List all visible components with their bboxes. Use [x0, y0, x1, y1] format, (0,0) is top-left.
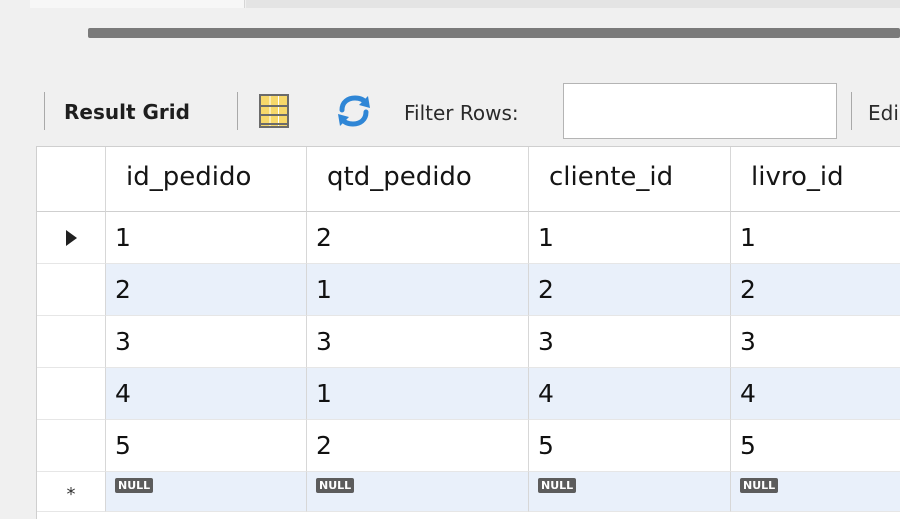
table-cell[interactable]: 4	[529, 368, 731, 420]
table-cell[interactable]: 2	[529, 264, 731, 316]
tab-strip-background	[246, 0, 900, 8]
null-badge: NULL	[316, 478, 355, 493]
column-header[interactable]: cliente_id	[529, 147, 731, 212]
refresh-icon[interactable]	[334, 93, 374, 129]
table-row[interactable]: 5 2 5 5	[37, 420, 900, 472]
header-row: id_pedido qtd_pedido cliente_id livro_id	[37, 147, 900, 212]
column-header[interactable]: qtd_pedido	[307, 147, 529, 212]
table-cell[interactable]: 2	[307, 420, 529, 472]
result-toolbar: Result Grid Filter Rows: Edi	[0, 82, 900, 146]
table-row[interactable]: 3 3 3 3	[37, 316, 900, 368]
table-cell[interactable]: 3	[529, 316, 731, 368]
table-cell[interactable]: NULL	[529, 472, 731, 512]
table-cell[interactable]: 3	[106, 316, 307, 368]
row-indicator-header	[37, 147, 106, 212]
editor-tab-strip	[0, 0, 900, 8]
table-cell[interactable]: 1	[307, 368, 529, 420]
table-cell[interactable]: 3	[731, 316, 900, 368]
row-indicator[interactable]	[37, 212, 106, 264]
table-row[interactable]: 1 2 1 1	[37, 212, 900, 264]
grid-layout-icon[interactable]	[259, 94, 289, 128]
table-cell[interactable]: 2	[731, 264, 900, 316]
table-cell[interactable]: 1	[106, 212, 307, 264]
edit-label[interactable]: Edi	[868, 101, 899, 125]
table-cell[interactable]: 5	[731, 420, 900, 472]
row-indicator[interactable]	[37, 368, 106, 420]
mysql-workbench-result-panel: Result Grid Filter Rows: Edi id_pedido q…	[0, 0, 900, 519]
toolbar-separator	[237, 92, 238, 130]
new-row-asterisk-icon: *	[66, 484, 76, 505]
table-cell[interactable]: 5	[529, 420, 731, 472]
editor-tab[interactable]	[30, 0, 245, 8]
table-cell[interactable]: 5	[106, 420, 307, 472]
table-cell[interactable]: 4	[106, 368, 307, 420]
table-row[interactable]: 2 1 2 2	[37, 264, 900, 316]
table-cell[interactable]: 1	[529, 212, 731, 264]
null-badge: NULL	[538, 478, 577, 493]
null-badge: NULL	[115, 478, 154, 493]
result-grid-tab[interactable]: Result Grid	[64, 100, 190, 124]
column-header[interactable]: livro_id	[731, 147, 900, 212]
table-cell[interactable]: 2	[307, 212, 529, 264]
row-indicator[interactable]	[37, 316, 106, 368]
table-cell[interactable]: 3	[307, 316, 529, 368]
table-cell[interactable]: NULL	[307, 472, 529, 512]
new-row-marker[interactable]: *	[37, 472, 106, 512]
null-badge: NULL	[740, 478, 779, 493]
new-row[interactable]: * NULL NULL NULL NULL	[37, 472, 900, 519]
table-cell[interactable]: 1	[731, 212, 900, 264]
table-row[interactable]: 4 1 4 4	[37, 368, 900, 420]
table-cell[interactable]: NULL	[731, 472, 900, 512]
table-cell[interactable]: NULL	[106, 472, 307, 512]
column-header[interactable]: id_pedido	[106, 147, 307, 212]
table-cell[interactable]: 2	[106, 264, 307, 316]
row-indicator[interactable]	[37, 264, 106, 316]
toolbar-separator	[851, 92, 852, 130]
filter-rows-label: Filter Rows:	[404, 101, 519, 125]
table-cell[interactable]: 4	[731, 368, 900, 420]
filter-rows-input[interactable]	[563, 83, 837, 139]
table-cell[interactable]: 1	[307, 264, 529, 316]
row-indicator[interactable]	[37, 420, 106, 472]
horizontal-scrollbar[interactable]	[88, 28, 900, 38]
current-row-arrow-icon	[65, 230, 77, 246]
toolbar-separator	[44, 92, 45, 130]
result-grid: id_pedido qtd_pedido cliente_id livro_id…	[36, 146, 900, 519]
